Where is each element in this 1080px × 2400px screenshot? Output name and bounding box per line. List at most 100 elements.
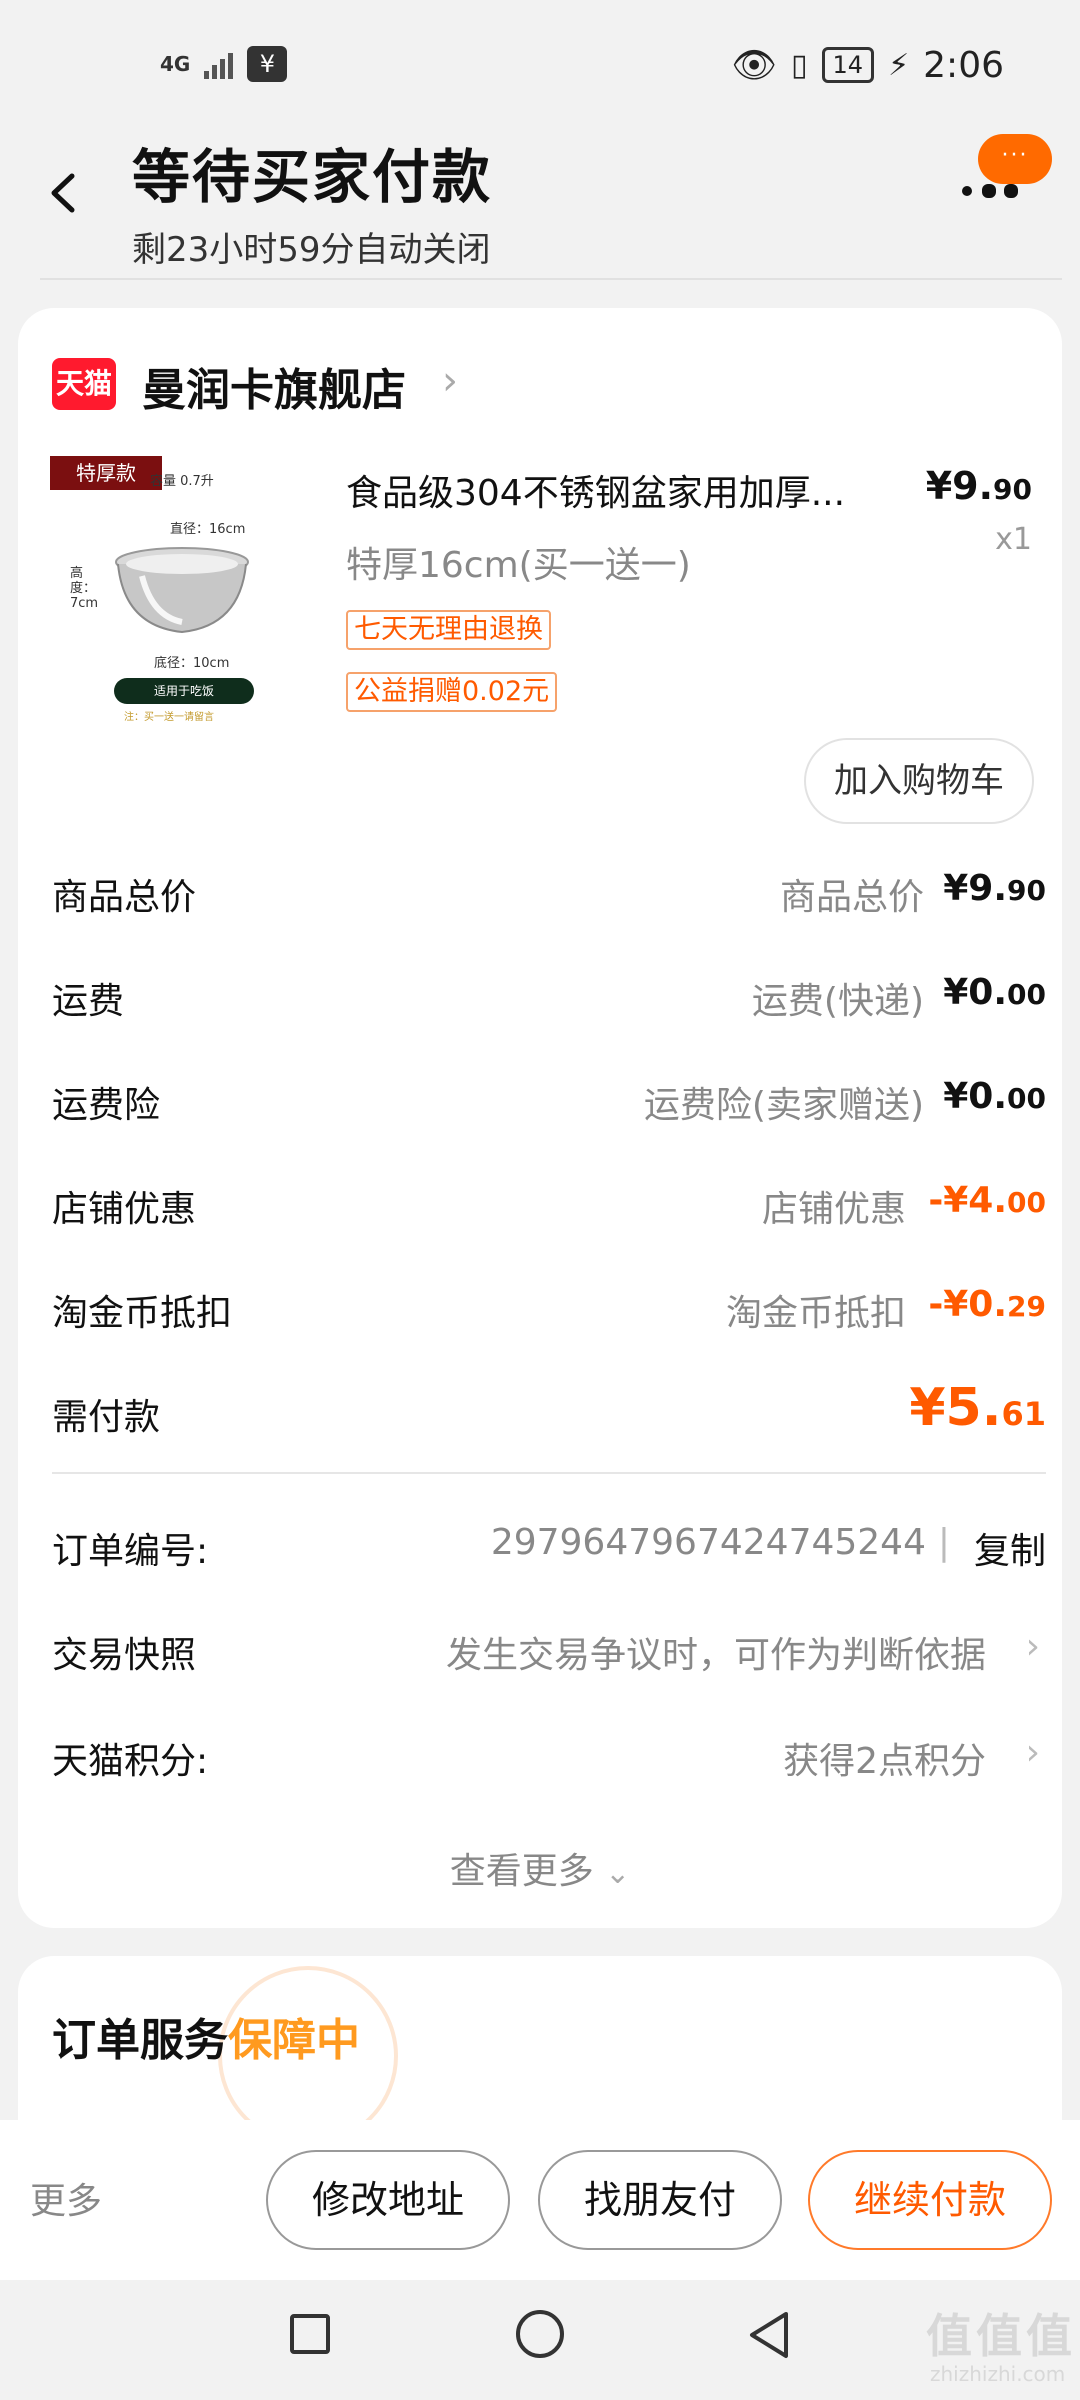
row-value-decimal: 00 <box>1007 1082 1046 1115</box>
points-row[interactable]: 天猫积分: 获得2点积分 › <box>52 1732 1046 1792</box>
points-value: 获得2点积分 <box>783 1741 986 1782</box>
header-divider <box>40 278 1062 280</box>
nav-back-button[interactable] <box>744 2308 794 2362</box>
battery-icon: 14 <box>821 47 875 83</box>
image-bar: 适用于吃饭 <box>114 678 254 704</box>
snapshot-value: 发生交易争议时，可作为判断依据 <box>445 1635 986 1676</box>
total-value-decimal: 61 <box>1001 1395 1046 1433</box>
row-label: 运费险 <box>52 1085 161 1126</box>
total-value: ¥5.61 <box>909 1378 1046 1438</box>
row-value: -¥4.00 <box>928 1180 1046 1221</box>
back-arrow-icon <box>51 173 75 213</box>
points-label: 天猫积分: <box>52 1741 209 1782</box>
row-label: 运费 <box>52 981 125 1022</box>
see-more-label: 查看更多 <box>449 1851 594 1892</box>
tmall-logo: 天猫 <box>52 358 116 410</box>
charging-icon: ⚡ <box>888 47 910 83</box>
signal-icon <box>204 49 234 79</box>
chevron-down-icon: ⌄ <box>605 1856 631 1891</box>
row-value: ¥0.00 <box>943 1076 1046 1117</box>
row-label: 淘金币抵扣 <box>52 1293 233 1334</box>
row-value: ¥9.90 <box>943 868 1046 909</box>
system-nav-bar <box>0 2280 1080 2400</box>
message-bubble-icon[interactable]: ··· <box>978 134 1052 184</box>
row-value-decimal: 29 <box>1007 1290 1046 1323</box>
row-label: 商品总价 <box>52 877 197 918</box>
modify-address-button[interactable]: 修改地址 <box>266 2150 510 2250</box>
charity-tag: 公益捐赠0.02元 <box>346 672 558 712</box>
chevron-right-icon: › <box>1025 1626 1040 1667</box>
row-detail: 商品总价 <box>779 877 924 918</box>
separator: | <box>937 1522 950 1563</box>
back-button[interactable] <box>44 168 84 218</box>
row-value-main: -¥0. <box>928 1284 1008 1325</box>
bowl-illustration <box>115 547 249 634</box>
product-spec: 特厚16cm(买一送一) <box>346 545 691 586</box>
order-card: 天猫 曼润卡旗舰店 › 特厚款 容量 0.7升 直径：16cm 高度：7cm 底… <box>18 308 1062 1928</box>
image-height: 高度：7cm <box>70 566 99 611</box>
row-value-main: ¥0. <box>943 1076 1008 1117</box>
product-price-main: ¥9. <box>925 464 994 508</box>
row-value-main: -¥4. <box>928 1180 1008 1221</box>
snapshot-row[interactable]: 交易快照 发生交易争议时，可作为判断依据 › <box>52 1626 1046 1686</box>
snapshot-label: 交易快照 <box>52 1635 197 1676</box>
more-actions-link[interactable]: 更多 <box>30 2172 102 2224</box>
status-bar: 4G ¥ 👁 ▯ 14 ⚡ 2:06 <box>0 0 1080 130</box>
page-title: 等待买家付款 <box>132 143 493 211</box>
see-more-button[interactable]: 查看更多 ⌄ <box>18 1842 1062 1894</box>
bottom-action-bar: 更多 修改地址 找朋友付 继续付款 <box>0 2120 1080 2280</box>
watermark-url: zhizhizhi.com <box>930 2362 1066 2386</box>
wallet-icon: ¥ <box>247 46 288 82</box>
row-label: 店铺优惠 <box>52 1189 197 1230</box>
continue-pay-button[interactable]: 继续付款 <box>808 2150 1052 2250</box>
dot-icon <box>962 186 972 196</box>
price-row-subtotal: 商品总价 商品总价 ¥9.90 <box>52 868 1046 928</box>
order-number-row: 订单编号: 2979647967424745244 | 复制 <box>52 1522 1046 1582</box>
section-divider <box>52 1472 1046 1474</box>
vibrate-icon: ▯ <box>791 47 808 83</box>
network-type: 4G <box>160 52 191 76</box>
total-label: 需付款 <box>52 1397 161 1438</box>
recents-button[interactable] <box>290 2314 330 2354</box>
auto-close-countdown: 剩23小时59分自动关闭 <box>132 230 491 270</box>
order-number-label: 订单编号: <box>52 1531 209 1572</box>
image-capacity: 容量 0.7升 <box>150 474 214 489</box>
watermark-logo: 值值值 <box>926 2309 1076 2363</box>
eye-icon: 👁 <box>731 45 778 86</box>
dot-icon <box>982 184 996 198</box>
row-value-decimal: 00 <box>1007 1186 1046 1219</box>
price-row-shipping-insurance: 运费险 运费险(卖家赠送) ¥0.00 <box>52 1076 1046 1136</box>
row-detail: 运费(快递) <box>751 981 924 1022</box>
row-detail: 淘金币抵扣 <box>725 1293 906 1334</box>
clock: 2:06 <box>923 44 1004 86</box>
product-image[interactable]: 特厚款 容量 0.7升 直径：16cm 高度：7cm 底径：10cm 适用于吃饭… <box>50 456 316 722</box>
row-detail: 运费险(卖家赠送) <box>643 1085 924 1126</box>
add-to-cart-button[interactable]: 加入购物车 <box>804 738 1034 824</box>
status-right: 👁 ▯ 14 ⚡ 2:06 <box>731 44 1004 87</box>
dot-icon <box>1004 184 1018 198</box>
product-title[interactable]: 食品级304不锈钢盆家用加厚... <box>346 464 906 516</box>
shop-name[interactable]: 曼润卡旗舰店 <box>142 354 406 418</box>
chevron-right-icon: › <box>1025 1732 1040 1773</box>
friend-pay-button[interactable]: 找朋友付 <box>538 2150 782 2250</box>
copy-button[interactable]: 复制 <box>974 1522 1046 1574</box>
row-value-main: ¥9. <box>943 868 1008 909</box>
price-row-shipping: 运费 运费(快递) ¥0.00 <box>52 972 1046 1032</box>
price-row-shop-discount: 店铺优惠 店铺优惠 -¥4.00 <box>52 1180 1046 1240</box>
service-status: 保障中 <box>228 2015 360 2066</box>
row-detail: 店铺优惠 <box>761 1189 906 1230</box>
row-value-main: ¥0. <box>943 972 1008 1013</box>
row-value-decimal: 90 <box>1007 874 1046 907</box>
return-policy-tag: 七天无理由退换 <box>346 610 551 650</box>
image-base: 底径：10cm <box>154 656 230 671</box>
home-button[interactable] <box>516 2310 564 2358</box>
status-left: 4G ¥ <box>160 46 288 82</box>
chevron-right-icon[interactable]: › <box>442 358 458 404</box>
price-row-total: 需付款 ¥5.61 <box>52 1378 1046 1448</box>
row-value: ¥0.00 <box>943 972 1046 1013</box>
image-diameter: 直径：16cm <box>170 522 246 537</box>
product-quantity: x1 <box>995 522 1032 557</box>
image-tag: 特厚款 <box>50 456 162 490</box>
row-value-decimal: 00 <box>1007 978 1046 1011</box>
product-price: ¥9.90 <box>926 464 1032 508</box>
